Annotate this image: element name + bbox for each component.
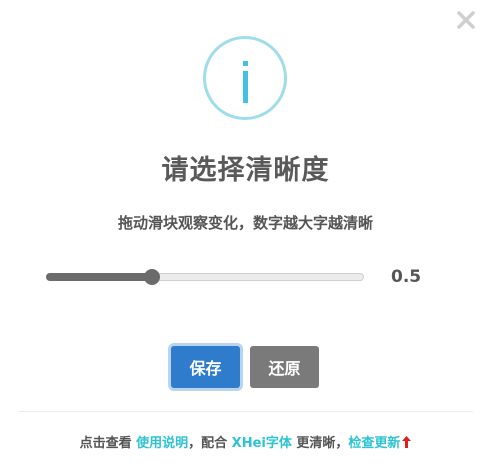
footer: 点击查看 使用说明，配合 XHei字体 更清晰，检查更新 bbox=[0, 432, 491, 451]
divider bbox=[18, 411, 473, 412]
slider-thumb[interactable] bbox=[144, 269, 160, 285]
slider-fill bbox=[46, 273, 152, 281]
footer-text-2: ，配合 bbox=[188, 436, 232, 451]
clarity-slider[interactable] bbox=[46, 269, 364, 285]
arrow-up-icon bbox=[402, 436, 412, 448]
close-icon[interactable] bbox=[455, 9, 477, 31]
usage-link[interactable]: 使用说明 bbox=[136, 436, 188, 451]
save-button[interactable]: 保存 bbox=[171, 346, 240, 388]
restore-button[interactable]: 还原 bbox=[250, 346, 319, 388]
slider-value: 0.5 bbox=[391, 267, 422, 287]
footer-text-1: 点击查看 bbox=[79, 436, 137, 451]
check-update-link[interactable]: 检查更新 bbox=[348, 436, 400, 451]
info-icon bbox=[203, 36, 287, 120]
footer-text-3: 更清晰， bbox=[291, 436, 349, 451]
dialog-title: 请选择清晰度 bbox=[161, 155, 330, 186]
font-link[interactable]: XHei字体 bbox=[232, 436, 292, 451]
dialog-subtitle: 拖动滑块观察变化，数字越大字越清晰 bbox=[117, 214, 373, 232]
